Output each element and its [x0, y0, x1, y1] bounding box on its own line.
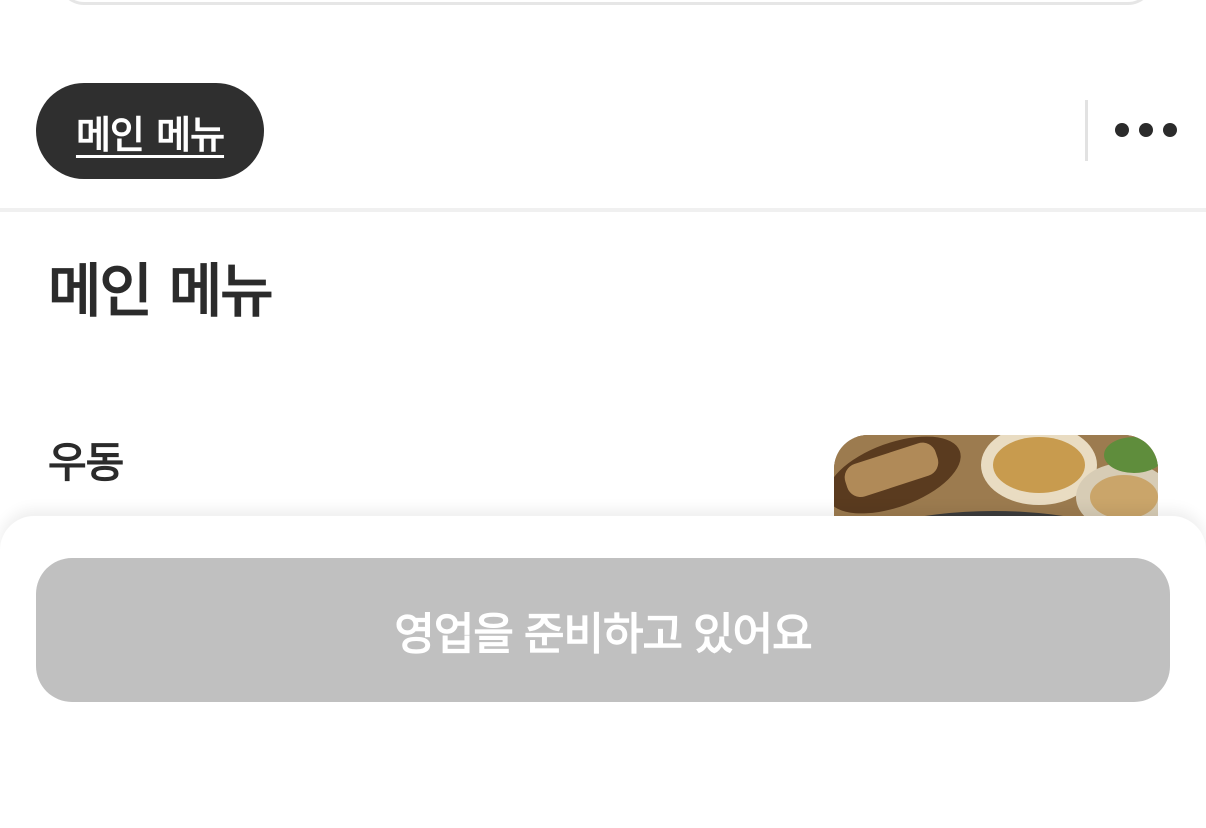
search-bar-edge	[58, 0, 1154, 5]
bottom-order-sheet: 영업을 준비하고 있어요	[0, 516, 1206, 828]
menu-item-name: 우동	[48, 438, 124, 487]
store-menu-screen: 메인 메뉴 메인 메뉴 우동 영업을 준비하고 있어요	[0, 0, 1206, 828]
category-chip-main-menu[interactable]: 메인 메뉴	[36, 83, 264, 179]
order-button-disabled[interactable]: 영업을 준비하고 있어요	[36, 558, 1170, 702]
category-tab-bar: 메인 메뉴	[0, 60, 1206, 212]
more-horizontal-icon	[1115, 123, 1177, 137]
section-title: 메인 메뉴	[48, 257, 274, 325]
category-divider	[1085, 100, 1088, 161]
more-categories-button[interactable]	[1108, 104, 1184, 156]
